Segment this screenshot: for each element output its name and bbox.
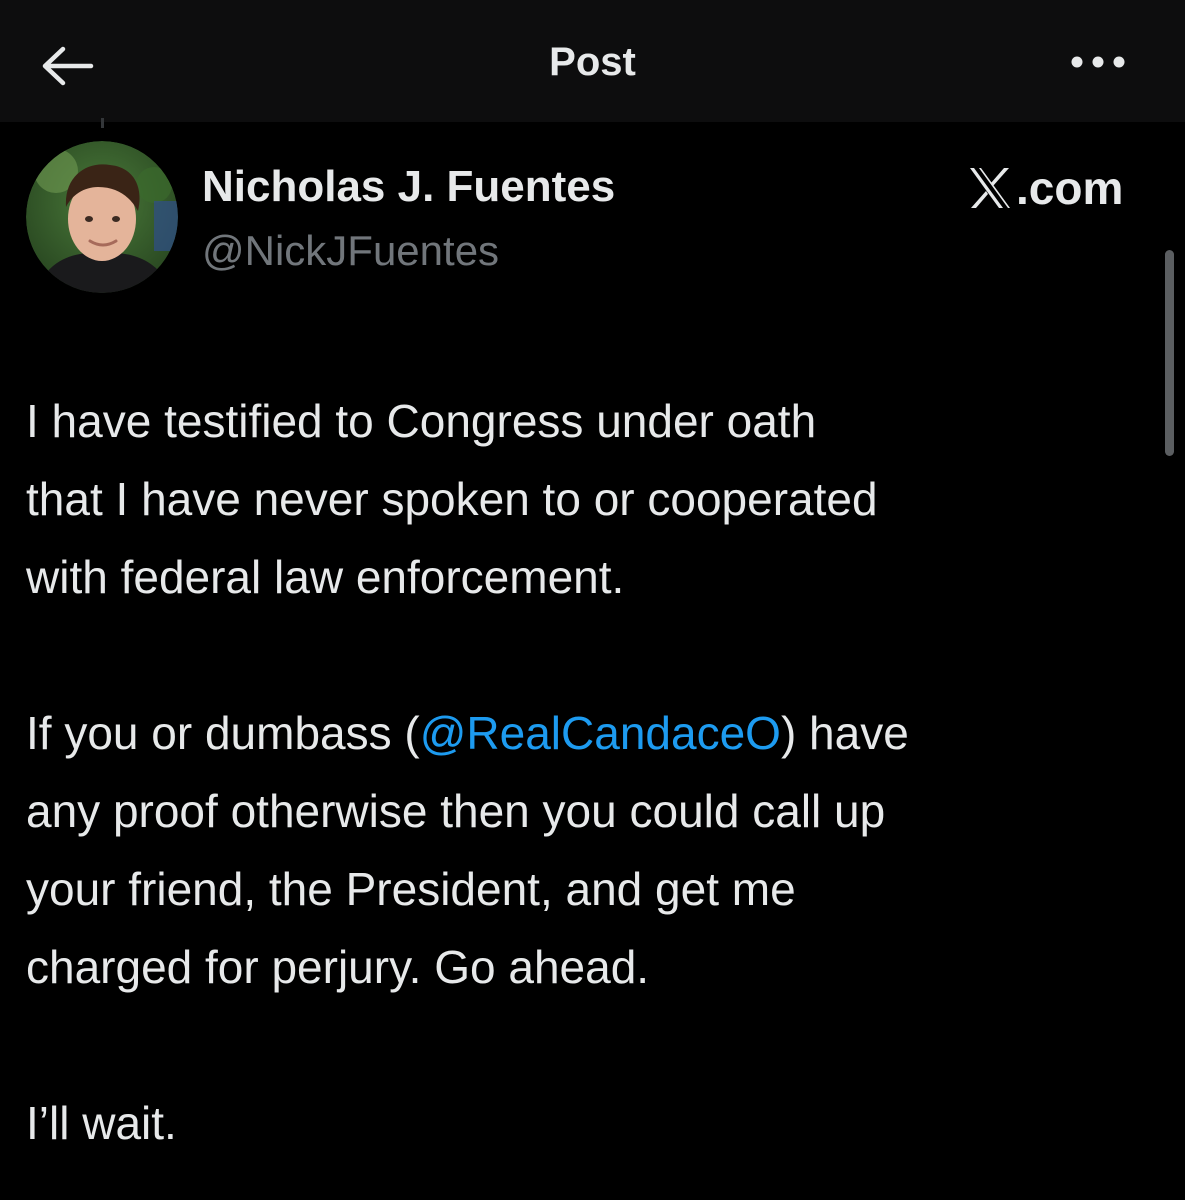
post-paragraph-3: I’ll wait. xyxy=(26,1084,1146,1162)
avatar[interactable] xyxy=(26,141,178,293)
post-line-segment: If you or dumbass ( xyxy=(26,707,420,759)
post-line: I’ll wait. xyxy=(26,1097,177,1149)
top-app-bar: Post xyxy=(0,0,1185,122)
post-text: I have testified to Congress under oath … xyxy=(26,382,1146,1162)
post-line: I have testified to Congress under oath xyxy=(26,395,817,447)
more-options-button[interactable] xyxy=(1060,38,1136,86)
author-name[interactable]: Nicholas J. Fuentes xyxy=(202,160,615,214)
post-line: with federal law enforcement. xyxy=(26,551,625,603)
x-logo-icon xyxy=(970,168,1010,208)
profile-photo xyxy=(26,141,178,293)
post-paragraph-1: I have testified to Congress under oath … xyxy=(26,382,1146,616)
post-paragraph-2: If you or dumbass (@RealCandaceO) have a… xyxy=(26,694,1146,1006)
mention-link[interactable]: @RealCandaceO xyxy=(420,707,781,759)
post-line: any proof otherwise then you could call … xyxy=(26,785,886,837)
author-handle[interactable]: @NickJFuentes xyxy=(202,224,499,278)
more-horizontal-icon xyxy=(1071,56,1125,68)
post-line: that I have never spoken to or cooperate… xyxy=(26,473,878,525)
scrollbar-thumb[interactable] xyxy=(1165,250,1174,456)
post-line: charged for perjury. Go ahead. xyxy=(26,941,650,993)
thread-connector-line xyxy=(101,118,104,128)
brand-text: .com xyxy=(1016,162,1124,214)
brand-watermark: .com xyxy=(966,160,1123,216)
post-line: your friend, the President, and get me xyxy=(26,863,796,915)
page-title: Post xyxy=(549,40,636,84)
post-line-segment: ) have xyxy=(780,707,909,759)
